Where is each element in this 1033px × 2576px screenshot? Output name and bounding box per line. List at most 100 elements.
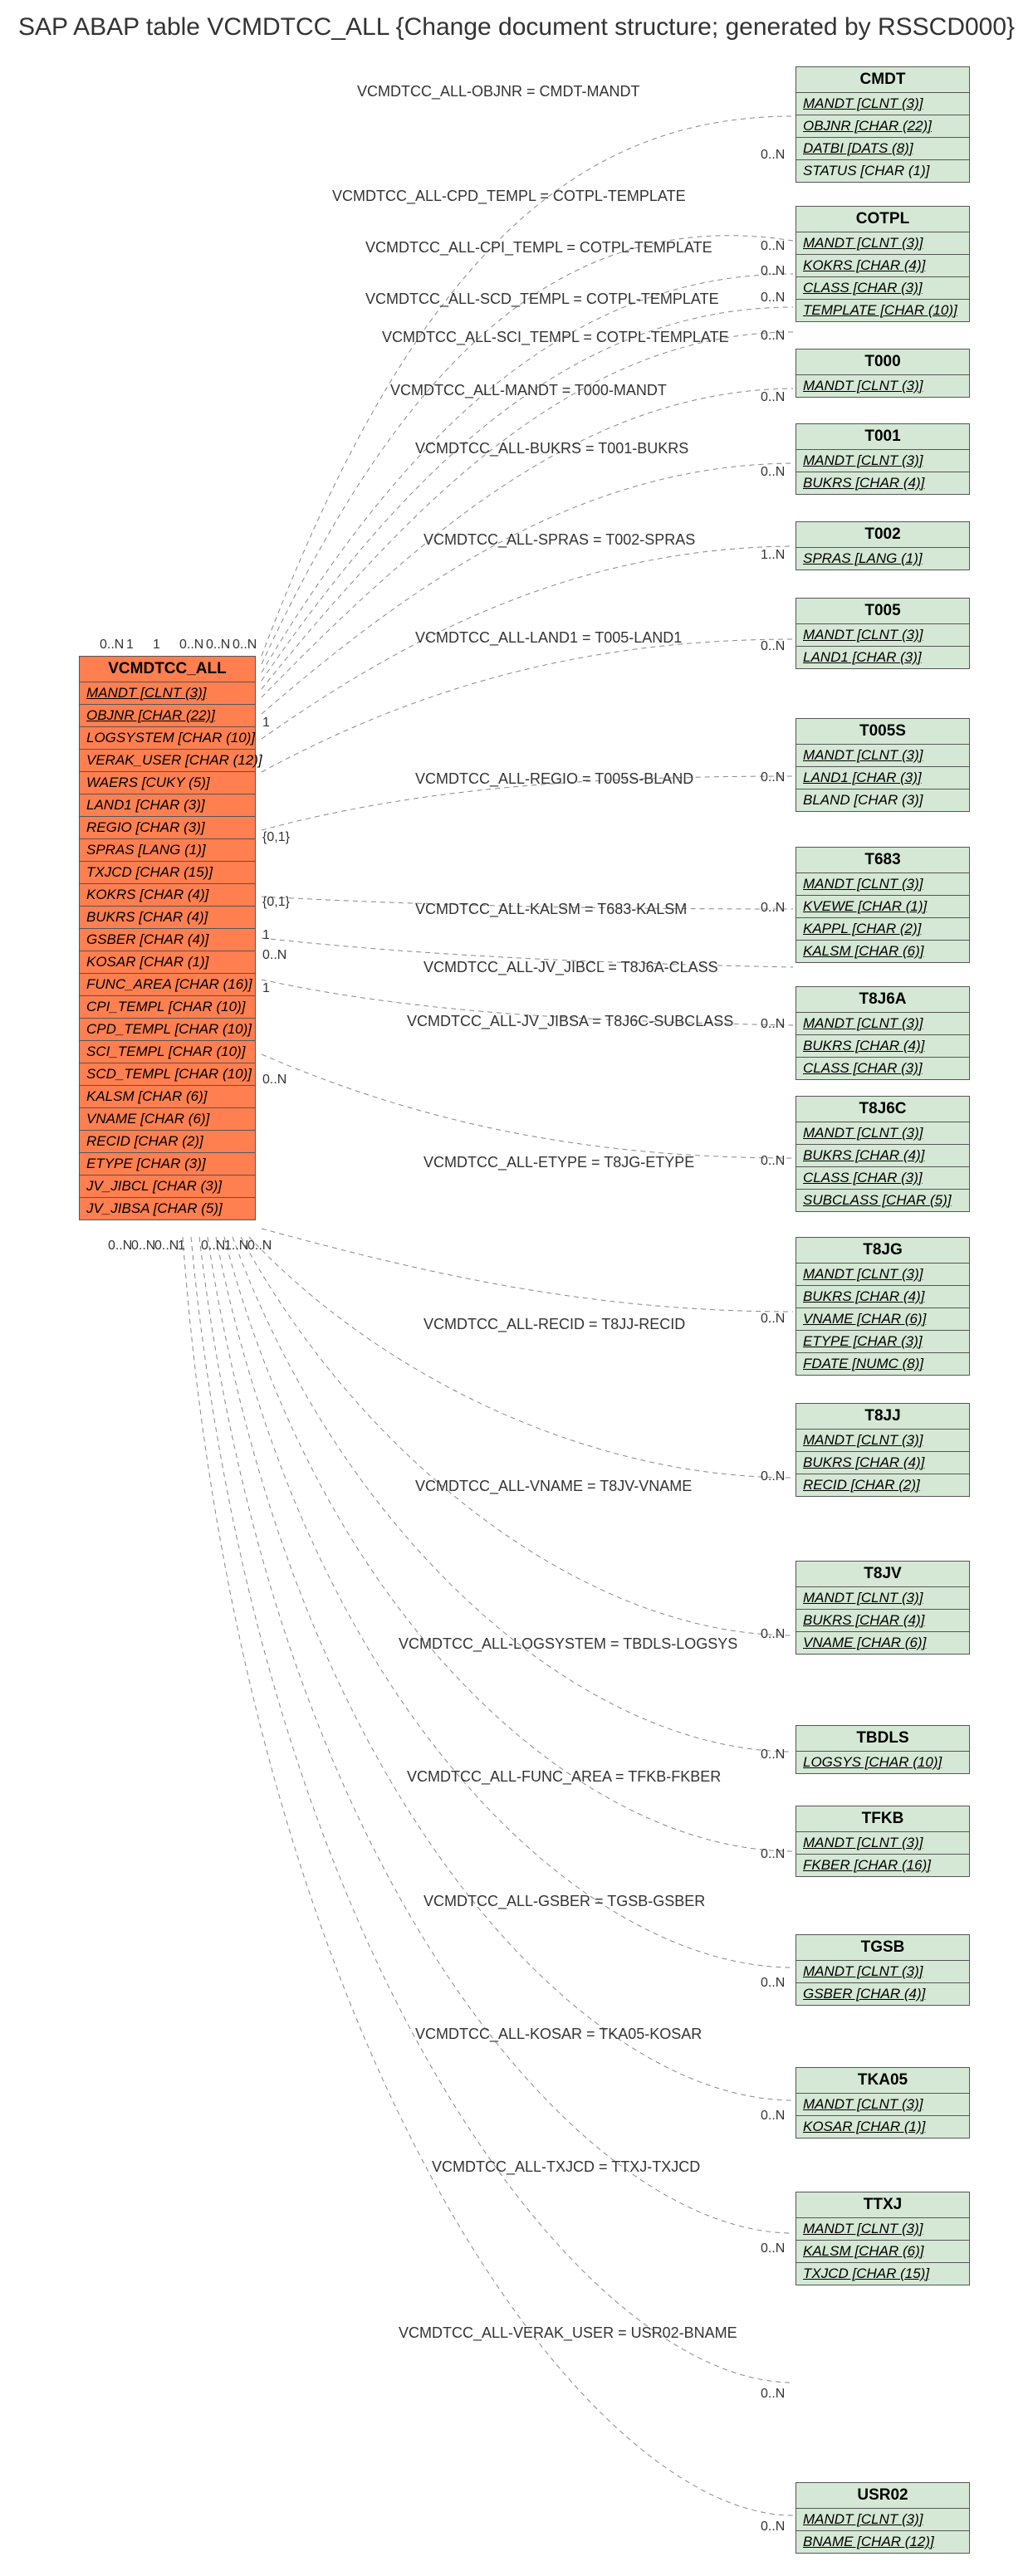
target-field: MANDT [CLNT (3)]	[796, 1122, 969, 1145]
edge-label: VCMDTCC_ALL-SCI_TEMPL = COTPL-TEMPLATE	[382, 329, 729, 346]
cardinality-label: 0..N	[761, 148, 785, 163]
target-field: MANDT [CLNT (3)]	[796, 1961, 969, 1983]
target-field: TXJCD [CHAR (15)]	[796, 2263, 969, 2285]
target-field: MANDT [CLNT (3)]	[796, 873, 969, 896]
cardinality-label: 0..N	[761, 1017, 785, 1032]
main-field: CPI_TEMPL [CHAR (10)]	[80, 996, 255, 1019]
target-entity-name: CMDT	[796, 67, 969, 93]
main-field: RECID [CHAR (2)]	[80, 1131, 255, 1153]
edge-label: VCMDTCC_ALL-CPD_TEMPL = COTPL-TEMPLATE	[332, 188, 686, 205]
cardinality-label: 0..N	[206, 638, 230, 653]
target-entity: T8JGMANDT [CLNT (3)]BUKRS [CHAR (4)]VNAM…	[796, 1237, 970, 1376]
main-field: ETYPE [CHAR (3)]	[80, 1153, 255, 1176]
target-entity-name: T002	[796, 522, 969, 548]
target-entity-name: TFKB	[796, 1806, 969, 1832]
cardinality-label: 0..N	[100, 638, 124, 653]
cardinality-label: 1	[262, 716, 270, 731]
target-field: ETYPE [CHAR (3)]	[796, 1331, 969, 1353]
target-field: MANDT [CLNT (3)]	[796, 450, 969, 472]
target-field: CLASS [CHAR (3)]	[796, 277, 969, 300]
target-field: CLASS [CHAR (3)]	[796, 1167, 969, 1190]
main-field: REGIO [CHAR (3)]	[80, 817, 255, 839]
target-field: MANDT [CLNT (3)]	[796, 1013, 969, 1035]
cardinality-label: 1	[178, 1239, 185, 1254]
cardinality-label: 0..N	[761, 770, 785, 785]
main-field: BUKRS [CHAR (4)]	[80, 907, 255, 929]
cardinality-label: 0..N	[761, 1312, 785, 1327]
target-field: MANDT [CLNT (3)]	[796, 232, 969, 255]
target-field: BUKRS [CHAR (4)]	[796, 1145, 969, 1167]
main-field: OBJNR [CHAR (22)]	[80, 705, 255, 727]
cardinality-label: {0,1}	[262, 895, 290, 910]
target-field: BUKRS [CHAR (4)]	[796, 472, 969, 494]
cardinality-label: 0..N	[761, 291, 785, 306]
target-entity: TFKBMANDT [CLNT (3)]FKBER [CHAR (16)]	[796, 1806, 970, 1877]
target-field: MANDT [CLNT (3)]	[796, 2094, 969, 2116]
target-field: MANDT [CLNT (3)]	[796, 375, 969, 397]
cardinality-label: 0..N	[761, 901, 785, 916]
target-entity: T002SPRAS [LANG (1)]	[796, 521, 970, 570]
edge-label: VCMDTCC_ALL-GSBER = TGSB-GSBER	[423, 1893, 705, 1910]
target-field: MANDT [CLNT (3)]	[796, 1587, 969, 1610]
cardinality-label: 0..N	[761, 1627, 785, 1642]
cardinality-label: 0..N	[761, 1154, 785, 1169]
target-field: OBJNR [CHAR (22)]	[796, 115, 969, 138]
main-field: VNAME [CHAR (6)]	[80, 1108, 255, 1131]
cardinality-label: 0..N	[233, 638, 257, 653]
target-entity: CMDTMANDT [CLNT (3)]OBJNR [CHAR (22)]DAT…	[796, 66, 970, 183]
target-field: DATBI [DATS (8)]	[796, 138, 969, 160]
cardinality-label: 0..N	[761, 465, 785, 480]
target-field: VNAME [CHAR (6)]	[796, 1632, 969, 1654]
edge-label: VCMDTCC_ALL-SCD_TEMPL = COTPL-TEMPLATE	[365, 291, 719, 308]
edge-label: VCMDTCC_ALL-LAND1 = T005-LAND1	[415, 629, 682, 647]
edge-label: VCMDTCC_ALL-JV_JIBCL = T8J6A-CLASS	[423, 959, 718, 976]
target-field: LAND1 [CHAR (3)]	[796, 767, 969, 789]
cardinality-label: 1	[262, 928, 270, 943]
target-entity-name: T000	[796, 349, 969, 375]
target-entity-name: TKA05	[796, 2068, 969, 2094]
target-field: LOGSYS [CHAR (10)]	[796, 1752, 969, 1773]
target-entity: T8J6AMANDT [CLNT (3)]BUKRS [CHAR (4)]CLA…	[796, 986, 970, 1080]
main-entity: VCMDTCC_ALL MANDT [CLNT (3)]OBJNR [CHAR …	[79, 656, 256, 1220]
cardinality-label: 0..N	[262, 948, 286, 963]
target-entity-name: TTXJ	[796, 2192, 969, 2218]
target-entity: COTPLMANDT [CLNT (3)]KOKRS [CHAR (4)]CLA…	[796, 206, 970, 322]
cardinality-label: 1..N	[761, 548, 785, 563]
main-field: SPRAS [LANG (1)]	[80, 839, 255, 862]
main-field: SCI_TEMPL [CHAR (10)]	[80, 1041, 255, 1063]
target-field: MANDT [CLNT (3)]	[796, 1430, 969, 1452]
edge-label: VCMDTCC_ALL-KALSM = T683-KALSM	[415, 901, 687, 918]
target-entity: TGSBMANDT [CLNT (3)]GSBER [CHAR (4)]	[796, 1934, 970, 2006]
target-field: STATUS [CHAR (1)]	[796, 160, 969, 182]
page-title: SAP ABAP table VCMDTCC_ALL {Change docum…	[0, 13, 1033, 42]
target-entity: TTXJMANDT [CLNT (3)]KALSM [CHAR (6)]TXJC…	[796, 2192, 970, 2285]
target-entity-name: TGSB	[796, 1935, 969, 1961]
cardinality-label: 0..N	[761, 264, 785, 279]
target-field: BUKRS [CHAR (4)]	[796, 1452, 969, 1474]
main-field: JV_JIBSA [CHAR (5)]	[80, 1198, 255, 1220]
target-field: KOKRS [CHAR (4)]	[796, 255, 969, 277]
target-entity-name: T8JV	[796, 1562, 969, 1587]
target-entity: T8J6CMANDT [CLNT (3)]BUKRS [CHAR (4)]CLA…	[796, 1096, 970, 1212]
target-field: BLAND [CHAR (3)]	[796, 789, 969, 811]
main-field: TXJCD [CHAR (15)]	[80, 862, 255, 884]
target-field: KOSAR [CHAR (1)]	[796, 2116, 969, 2138]
diagram-canvas: SAP ABAP table VCMDTCC_ALL {Change docum…	[0, 0, 1033, 2576]
target-field: GSBER [CHAR (4)]	[796, 1983, 969, 2005]
target-field: BNAME [CHAR (12)]	[796, 2531, 969, 2553]
main-field: GSBER [CHAR (4)]	[80, 929, 255, 951]
edge-label: VCMDTCC_ALL-TXJCD = TTXJ-TXJCD	[432, 2158, 700, 2176]
main-field: VERAK_USER [CHAR (12)]	[80, 750, 255, 772]
target-field: SPRAS [LANG (1)]	[796, 548, 969, 569]
target-field: SUBCLASS [CHAR (5)]	[796, 1190, 969, 1211]
edge-label: VCMDTCC_ALL-BUKRS = T001-BUKRS	[415, 440, 688, 457]
target-entity: T005MANDT [CLNT (3)]LAND1 [CHAR (3)]	[796, 598, 970, 669]
target-field: LAND1 [CHAR (3)]	[796, 647, 969, 668]
target-entity: TBDLSLOGSYS [CHAR (10)]	[796, 1725, 970, 1774]
edge-label: VCMDTCC_ALL-MANDT = T000-MANDT	[390, 382, 667, 399]
cardinality-label: 0..N	[761, 1469, 785, 1484]
target-field: MANDT [CLNT (3)]	[796, 93, 969, 115]
main-field: WAERS [CUKY (5)]	[80, 772, 255, 794]
edge-label: VCMDTCC_ALL-VNAME = T8JV-VNAME	[415, 1478, 692, 1495]
target-entity: T005SMANDT [CLNT (3)]LAND1 [CHAR (3)]BLA…	[796, 718, 970, 812]
